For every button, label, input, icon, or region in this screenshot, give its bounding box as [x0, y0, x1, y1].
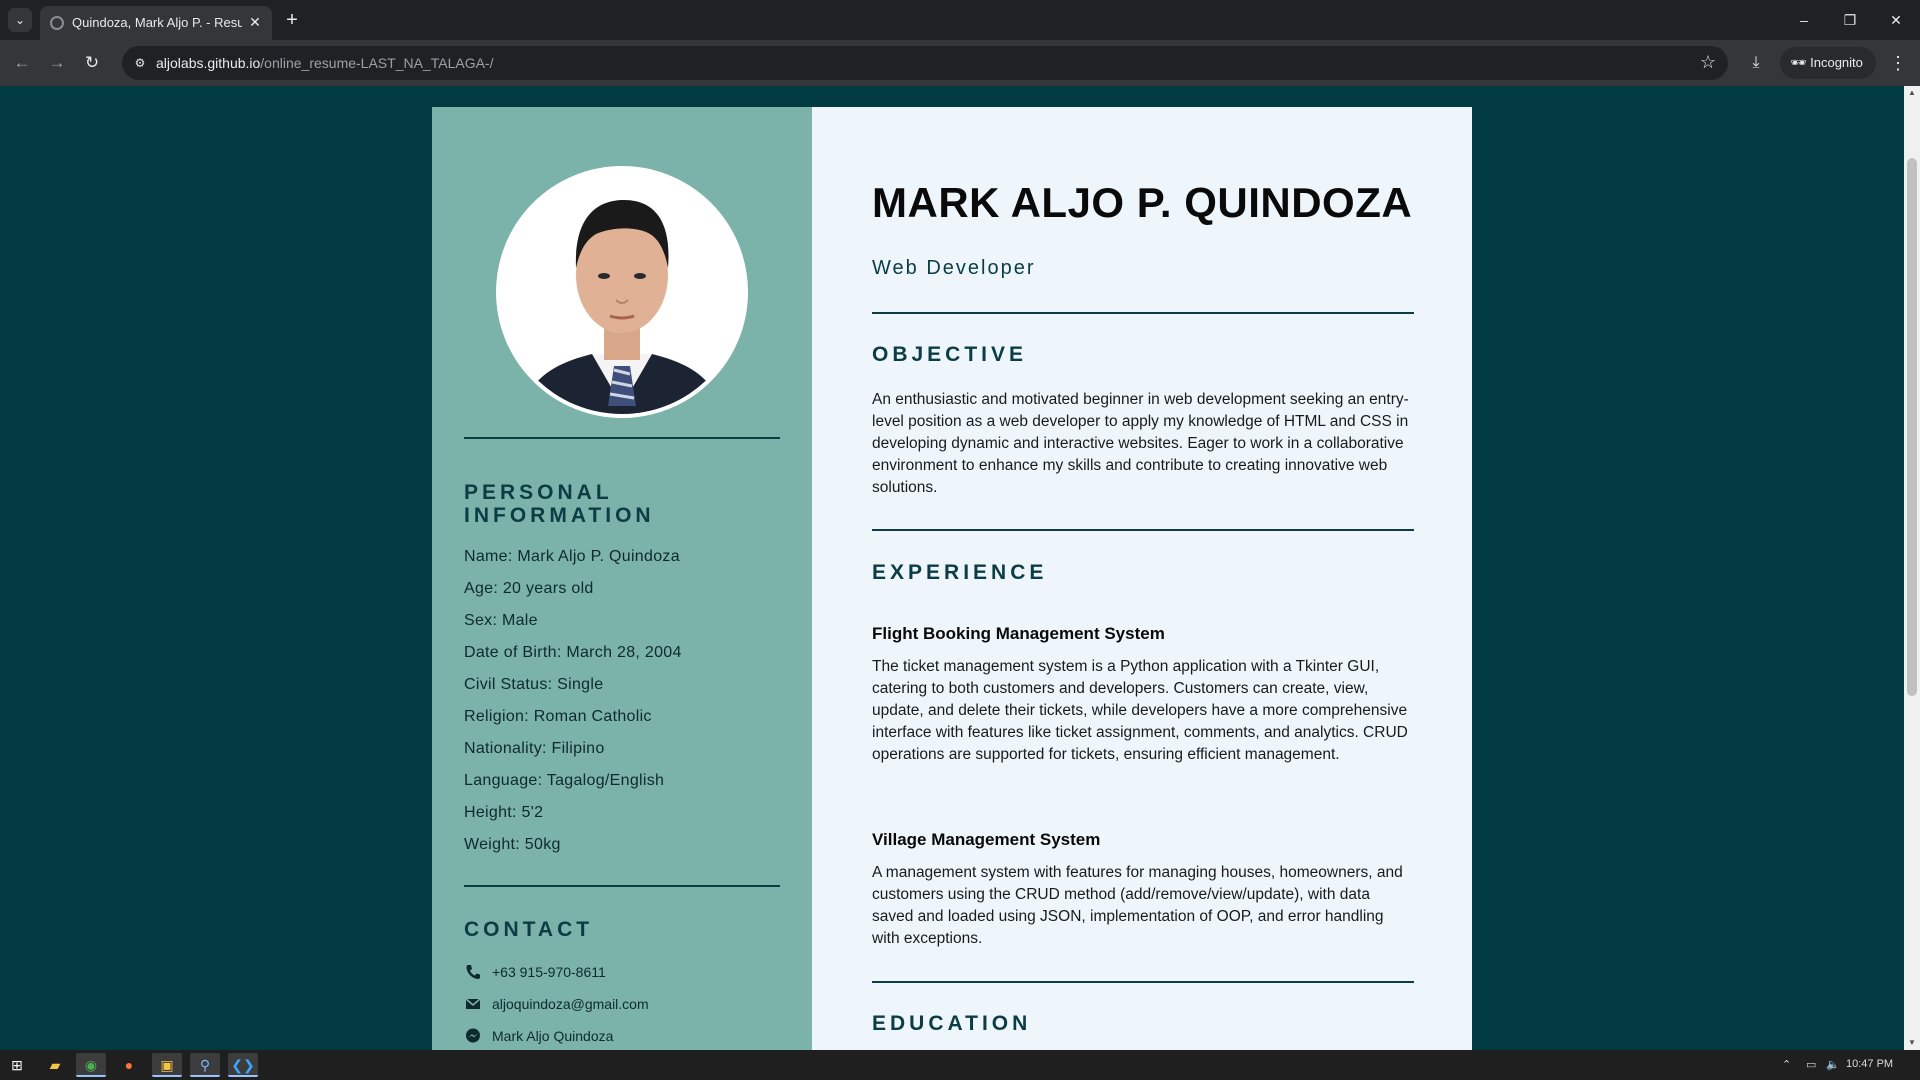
- sidebar-divider: [464, 885, 780, 887]
- tray-overflow-icon[interactable]: ⌃: [1782, 1058, 1791, 1071]
- scroll-up-arrow-icon[interactable]: ▲: [1904, 86, 1920, 100]
- phone-text: +63 915-970-8611: [492, 964, 606, 980]
- contact-heading: CONTACT: [464, 918, 594, 941]
- more-menu-icon[interactable]: ⋮: [1886, 49, 1910, 77]
- site-info-icon[interactable]: ⚙: [132, 55, 148, 71]
- firefox-icon[interactable]: ●: [114, 1053, 144, 1077]
- experience-description: A management system with features for ma…: [872, 864, 1403, 947]
- info-age: Age: 20 years old: [464, 580, 594, 597]
- scroll-down-arrow-icon[interactable]: ▼: [1904, 1036, 1920, 1050]
- messenger-icon: [466, 1028, 480, 1043]
- experience-title: Village Management System: [872, 830, 1101, 849]
- globe-icon: [50, 16, 64, 30]
- resume-sidebar: PERSONAL INFORMATION Name: Mark Aljo P. …: [432, 107, 812, 1050]
- browser-tab-bar: ⌄ Quindoza, Mark Aljo P. - Resume ✕ + – …: [0, 0, 1920, 40]
- info-name: Name: Mark Aljo P. Quindoza: [464, 548, 680, 565]
- experience-description: The ticket management system is a Python…: [872, 658, 1408, 763]
- windows-taskbar: ⊞ ▰ ◉ ● ▣ ⚲ ❮❯ ⌃ ▭ 🔈 10:47 PM: [0, 1050, 1920, 1080]
- messenger-text: Mark Aljo Quindoza: [492, 1028, 614, 1044]
- incognito-indicator[interactable]: 🕶 Incognito: [1780, 47, 1876, 79]
- page-scrollbar[interactable]: ▲ ▼: [1904, 86, 1920, 1050]
- network-icon[interactable]: ▭: [1806, 1058, 1816, 1071]
- start-button-icon[interactable]: ⊞: [2, 1053, 32, 1077]
- info-sex: Sex: Male: [464, 612, 538, 629]
- page-viewport: PERSONAL INFORMATION Name: Mark Aljo P. …: [0, 86, 1904, 1050]
- reload-button[interactable]: ↻: [78, 49, 106, 77]
- resume-name: MARK ALJO P. QUINDOZA: [872, 179, 1413, 226]
- file-explorer-icon[interactable]: ▰: [40, 1053, 70, 1077]
- info-birthdate: Date of Birth: March 28, 2004: [464, 644, 682, 661]
- resume-card: PERSONAL INFORMATION Name: Mark Aljo P. …: [432, 107, 1472, 1050]
- close-window-button[interactable]: ✕: [1876, 6, 1916, 34]
- tab-search-button[interactable]: ⌄: [8, 8, 32, 32]
- minimize-button[interactable]: –: [1784, 6, 1824, 34]
- info-nationality: Nationality: Filipino: [464, 740, 605, 757]
- incognito-label: Incognito: [1810, 55, 1863, 70]
- personal-info-list: Name: Mark Aljo P. Quindoza Age: 20 year…: [464, 545, 784, 865]
- tab-title: Quindoza, Mark Aljo P. - Resume: [72, 15, 242, 30]
- contact-list: +63 915-970-8611 aljoquindoza@gmail.com …: [464, 959, 784, 1050]
- info-weight: Weight: 50kg: [464, 836, 561, 853]
- restore-button[interactable]: ❐: [1830, 6, 1870, 34]
- search-app-icon[interactable]: ⚲: [190, 1053, 220, 1077]
- main-divider: [872, 529, 1414, 531]
- info-religion: Religion: Roman Catholic: [464, 708, 652, 725]
- phone-icon: [466, 965, 480, 979]
- education-heading: EDUCATION: [872, 1012, 1032, 1035]
- address-bar[interactable]: ⚙ aljolabs.github.io/online_resume-LAST_…: [122, 46, 1728, 80]
- envelope-icon: [465, 998, 481, 1009]
- info-language: Language: Tagalog/English: [464, 772, 665, 789]
- vscode-icon[interactable]: ❮❯: [228, 1053, 258, 1077]
- forward-button[interactable]: →: [43, 49, 71, 77]
- objective-text: An enthusiastic and motivated beginner i…: [872, 391, 1409, 496]
- objective-heading: OBJECTIVE: [872, 343, 1028, 366]
- back-button[interactable]: ←: [8, 49, 36, 77]
- scrollbar-thumb[interactable]: [1907, 158, 1917, 696]
- browser-tab[interactable]: Quindoza, Mark Aljo P. - Resume ✕: [40, 6, 272, 40]
- info-civil-status: Civil Status: Single: [464, 676, 604, 693]
- new-tab-button[interactable]: +: [280, 8, 304, 32]
- url-text[interactable]: aljolabs.github.io/online_resume-LAST_NA…: [156, 55, 493, 71]
- download-icon[interactable]: ⤓: [1742, 49, 1770, 77]
- url-host: aljolabs.github.io: [156, 55, 261, 71]
- info-height: Height: 5'2: [464, 804, 544, 821]
- volume-icon[interactable]: 🔈: [1826, 1058, 1840, 1071]
- profile-photo: [496, 166, 748, 418]
- system-clock[interactable]: 10:47 PM: [1846, 1058, 1893, 1070]
- portrait-illustration: [500, 170, 744, 414]
- experience-title: Flight Booking Management System: [872, 624, 1165, 643]
- chrome-icon[interactable]: ◉: [76, 1053, 106, 1077]
- bookmark-star-icon[interactable]: ☆: [1700, 52, 1716, 73]
- tab-close-button[interactable]: ✕: [246, 13, 264, 31]
- resume-role: Web Developer: [872, 257, 1036, 279]
- contact-messenger: Mark Aljo Quindoza: [464, 1023, 784, 1050]
- app-icon[interactable]: ▣: [152, 1053, 182, 1077]
- email-text: aljoquindoza@gmail.com: [492, 996, 649, 1012]
- personal-info-heading: PERSONAL INFORMATION: [464, 481, 655, 527]
- main-divider: [872, 312, 1414, 314]
- sidebar-divider: [464, 437, 780, 439]
- experience-heading: EXPERIENCE: [872, 561, 1048, 584]
- incognito-icon: 🕶: [1790, 55, 1811, 70]
- url-path: /online_resume-LAST_NA_TALAGA-/: [260, 55, 494, 71]
- main-divider: [872, 981, 1414, 983]
- contact-email: aljoquindoza@gmail.com: [464, 991, 784, 1023]
- contact-phone: +63 915-970-8611: [464, 959, 784, 991]
- browser-toolbar: ← → ↻ ⚙ aljolabs.github.io/online_resume…: [0, 40, 1920, 86]
